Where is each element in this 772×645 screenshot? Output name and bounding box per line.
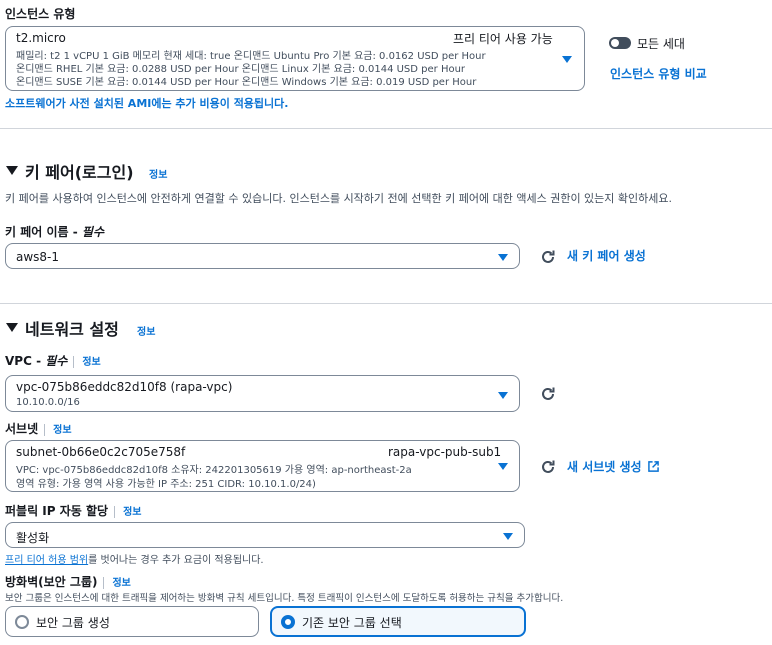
option-existing-label: 기존 보안 그룹 선택 [302,616,402,630]
subnet-select[interactable]: subnet-0b66e0c2c705e758f rapa-vpc-pub-su… [5,440,520,492]
caret-down-icon [498,254,508,261]
caret-down-icon [498,463,508,470]
compare-instance-types-link[interactable]: 인스턴스 유형 비교 [610,65,707,82]
all-generations-toggle[interactable] [609,37,631,49]
network-section-title: 네트워크 설정 [25,320,119,339]
free-tier-note: 프리 티어 허용 범위를 벗어나는 경우 추가 요금이 적용됩니다. [5,555,264,566]
ami-cost-note: 소프트웨어가 사전 설치된 AMI에는 추가 비용이 적용됩니다. [5,97,289,110]
keypair-description: 키 페어를 사용하여 인스턴스에 안전하게 연결할 수 있습니다. 인스턴스를 … [5,192,673,205]
keypair-name-label: 키 페어 이름 - 필수 [5,225,104,239]
firewall-info-link[interactable]: 정보 [112,578,130,589]
refresh-icon[interactable] [540,249,556,265]
subnet-line1: VPC: vpc-075b86eddc82d10f8 소유자: 24220130… [16,465,412,476]
collapse-triangle-icon[interactable] [6,166,18,175]
subnet-line2: 영역 유형: 가용 영역 사용 가능한 IP 주소: 251 CIDR: 10.… [16,479,316,490]
keypair-section-title: 키 페어(로그인) [25,163,134,182]
free-tier-badge: 프리 티어 사용 가능 [453,32,553,46]
vpc-label: VPC - 필수 정보 [5,354,101,368]
public-ip-info-link[interactable]: 정보 [123,507,141,518]
option-create-security-group[interactable]: 보안 그룹 생성 [5,606,259,637]
subnet-info-link[interactable]: 정보 [53,425,71,436]
vpc-cidr: 10.10.0.0/16 [16,397,80,408]
network-info-link[interactable]: 정보 [137,323,155,338]
public-ip-value: 활성화 [16,531,50,545]
keypair-select[interactable]: aws8-1 [5,243,520,269]
free-tier-link[interactable]: 프리 티어 허용 범위 [5,555,88,566]
keypair-value: aws8-1 [16,250,60,264]
radio-selected[interactable] [281,615,295,629]
all-generations-label: 모든 세대 [637,37,685,51]
public-ip-select[interactable]: 활성화 [5,522,525,548]
create-keypair-link[interactable]: 새 키 페어 생성 [567,247,646,264]
vpc-info-link[interactable]: 정보 [82,357,100,368]
toggle-icon [611,39,619,47]
create-subnet-link[interactable]: 새 서브넷 생성 [567,458,660,475]
collapse-triangle-icon[interactable] [6,323,18,332]
vpc-select[interactable]: vpc-075b86eddc82d10f8 (rapa-vpc) 10.10.0… [5,375,520,412]
divider [0,303,772,304]
external-link-icon [648,461,660,472]
firewall-description: 보안 그룹은 인스턴스에 대한 트래픽을 제어하는 방화벽 규칙 세트입니다. … [5,593,564,604]
caret-down-icon [498,392,508,399]
divider [0,128,772,129]
caret-down-icon [562,56,572,63]
instance-type-name: t2.micro [16,31,66,45]
option-existing-security-group[interactable]: 기존 보안 그룹 선택 [270,606,526,637]
radio-unselected[interactable] [15,615,29,629]
instance-type-select[interactable]: t2.micro 프리 티어 사용 가능 패밀리: t2 1 vCPU 1 Gi… [5,26,585,91]
instance-type-line3: 온디맨드 SUSE 기본 요금: 0.0144 USD per Hour 온디맨… [16,77,477,88]
refresh-icon[interactable] [540,459,556,475]
subnet-name: rapa-vpc-pub-sub1 [388,445,502,459]
subnet-id: subnet-0b66e0c2c705e758f [16,445,186,459]
refresh-icon[interactable] [540,386,556,402]
option-create-label: 보안 그룹 생성 [36,616,110,630]
subnet-label: 서브넷 정보 [5,422,72,436]
public-ip-label: 퍼블릭 IP 자동 할당 정보 [5,504,142,518]
firewall-label: 방화벽(보안 그룹) 정보 [5,575,131,589]
instance-type-label: 인스턴스 유형 [5,7,76,21]
caret-down-icon [503,533,513,540]
keypair-info-link[interactable]: 정보 [149,166,167,181]
vpc-value: vpc-075b86eddc82d10f8 (rapa-vpc) [16,380,233,394]
